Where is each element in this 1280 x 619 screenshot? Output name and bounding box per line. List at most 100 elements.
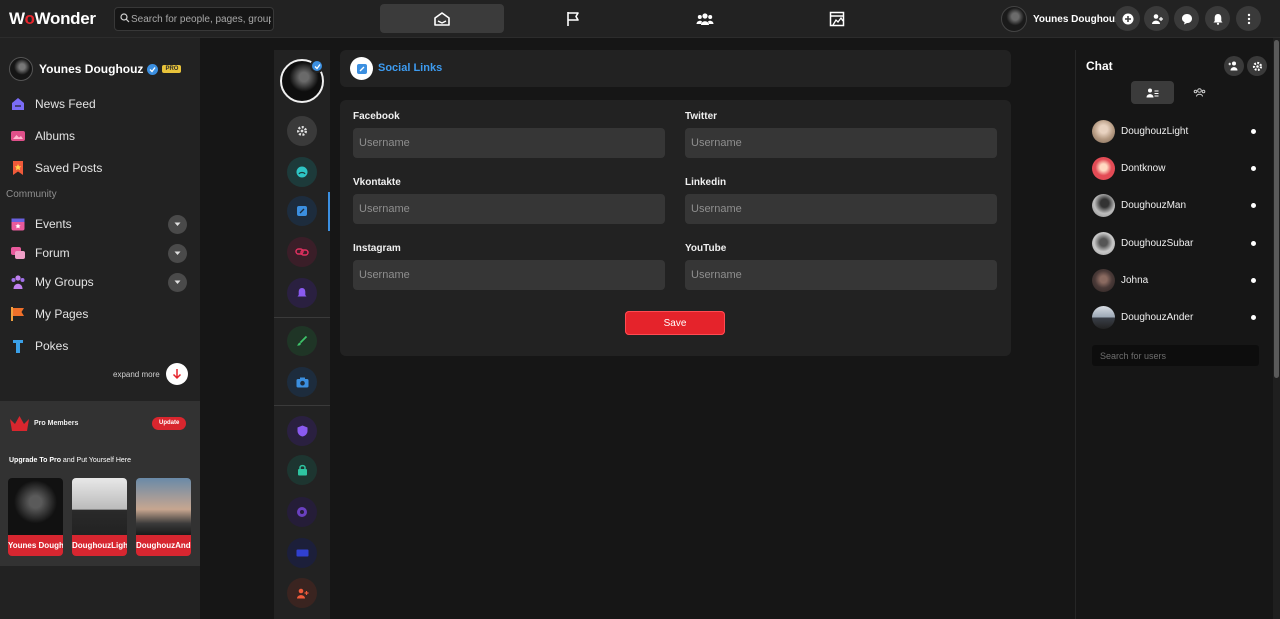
avatar	[1092, 268, 1115, 292]
settings-nav-privacy[interactable]	[287, 237, 317, 267]
sidebar-item-events[interactable]: Events	[10, 215, 72, 233]
create-group-chat-button[interactable]	[1224, 56, 1244, 76]
avatar	[1092, 305, 1115, 329]
instagram-field: Instagram	[353, 243, 665, 290]
online-status-dot	[1251, 278, 1256, 283]
monetization-icon	[296, 549, 309, 557]
facebook-input[interactable]	[353, 128, 665, 158]
sidebar-item-forum[interactable]: Forum	[10, 244, 70, 262]
pro-member-card[interactable]: DoughouzAnder	[136, 478, 191, 556]
instagram-input[interactable]	[353, 260, 665, 290]
arrow-down-icon[interactable]	[165, 363, 188, 385]
page-scrollbar[interactable]	[1273, 38, 1280, 619]
chat-search-input[interactable]	[1092, 345, 1259, 366]
messages-button[interactable]	[1174, 6, 1199, 31]
settings-nav-social-links[interactable]	[287, 196, 317, 226]
bell-icon	[1212, 13, 1224, 25]
more-menu-button[interactable]	[1236, 6, 1261, 31]
twitter-input[interactable]	[685, 128, 997, 158]
chat-user-row[interactable]: DoughouzAnder	[1092, 305, 1268, 329]
sidebar-item-news-feed[interactable]: News Feed	[10, 95, 96, 113]
settings-nav-design[interactable]	[287, 326, 317, 356]
youtube-input[interactable]	[685, 260, 997, 290]
pro-members-title: Pro Members	[34, 420, 79, 427]
sidebar-user[interactable]: Younes Doughouz PRO	[9, 57, 182, 81]
camera-icon	[296, 377, 309, 388]
tab-users[interactable]	[1131, 81, 1174, 104]
add-user-icon	[296, 588, 309, 599]
chat-user-row[interactable]: DoughouzMan	[1092, 193, 1268, 217]
pro-member-card[interactable]: DoughouzLight	[72, 478, 127, 556]
pro-member-photo	[72, 478, 127, 535]
search-input[interactable]	[131, 10, 271, 28]
friend-requests-button[interactable]	[1144, 6, 1169, 31]
sidebar-item-pokes[interactable]: Pokes	[10, 337, 68, 355]
profile-icon	[296, 166, 308, 178]
save-button[interactable]: Save	[625, 311, 725, 335]
field-label: Instagram	[353, 243, 401, 254]
expand-more[interactable]: expand more	[113, 363, 188, 385]
avatar	[9, 57, 33, 81]
chat-user-row[interactable]: Dontknow	[1092, 156, 1268, 180]
social-links-icon	[350, 57, 373, 80]
sidebar-item-my-pages[interactable]: My Pages	[10, 305, 88, 323]
upgrade-text: Upgrade To Pro and Put Yourself Here	[9, 457, 132, 464]
avatar	[1092, 231, 1115, 255]
update-button[interactable]: Update	[152, 417, 187, 430]
create-button[interactable]	[1115, 6, 1140, 31]
global-search[interactable]	[114, 7, 274, 31]
sidebar-item-my-groups[interactable]: My Groups	[10, 273, 94, 291]
settings-nav-password[interactable]	[287, 455, 317, 485]
pro-member-card[interactable]: Younes Doughouz	[8, 478, 63, 556]
linkedin-field: Linkedin	[685, 177, 997, 224]
settings-nav-sessions[interactable]	[287, 497, 317, 527]
sidebar-item-saved-posts[interactable]: Saved Posts	[10, 159, 102, 177]
settings-nav-monetization[interactable]	[287, 538, 317, 568]
settings-nav-security[interactable]	[287, 416, 317, 446]
lock-icon	[297, 464, 308, 476]
nav-pages-tab[interactable]	[511, 4, 635, 33]
settings-nav-avatar-cover[interactable]	[287, 367, 317, 397]
vkontakte-input[interactable]	[353, 194, 665, 224]
nav-market-tab[interactable]	[775, 4, 899, 33]
events-icon	[10, 216, 26, 232]
header-user[interactable]: Younes Doughouz	[1001, 6, 1120, 32]
tab-groups[interactable]	[1178, 81, 1221, 104]
sidebar-item-albums[interactable]: Albums	[10, 127, 75, 145]
facebook-field: Facebook	[353, 111, 665, 158]
pro-member-photo	[8, 478, 63, 535]
pro-badge: PRO	[162, 65, 182, 73]
linkedin-input[interactable]	[685, 194, 997, 224]
my-pages-icon	[10, 306, 26, 322]
groups-icon	[696, 12, 714, 26]
settings-nav-notifications[interactable]	[287, 278, 317, 308]
social-links-icon	[296, 205, 308, 217]
divider	[274, 405, 330, 406]
community-section-label: Community	[6, 189, 57, 200]
online-status-dot	[1251, 241, 1256, 246]
forum-expand-button[interactable]	[168, 244, 187, 263]
settings-nav-general[interactable]	[287, 116, 317, 146]
settings-nav-profile[interactable]	[287, 157, 317, 187]
my-groups-icon	[10, 274, 26, 290]
chat-user-row[interactable]: Johna	[1092, 268, 1268, 292]
link-icon	[295, 247, 309, 257]
logo[interactable]: WoWonder	[9, 9, 96, 29]
chat-settings-button[interactable]	[1247, 56, 1267, 76]
active-indicator	[328, 192, 330, 231]
pro-member-photo	[136, 478, 191, 535]
verified-icon	[310, 59, 324, 73]
notifications-button[interactable]	[1205, 6, 1230, 31]
events-expand-button[interactable]	[168, 215, 187, 234]
nav-home-tab[interactable]	[380, 4, 504, 33]
settings-nav-invite[interactable]	[287, 578, 317, 608]
avatar	[1092, 193, 1115, 217]
my-groups-expand-button[interactable]	[168, 273, 187, 292]
scrollbar-thumb[interactable]	[1274, 40, 1279, 378]
add-group-icon	[1228, 61, 1240, 71]
nav-groups-tab[interactable]	[643, 4, 767, 33]
social-links-form: Facebook Twitter Vkontakte Linkedin Inst…	[340, 100, 1011, 356]
chat-user-row[interactable]: DoughouzSubar	[1092, 231, 1268, 255]
chat-user-row[interactable]: DoughouzLight	[1092, 119, 1268, 143]
header-user-name: Younes Doughouz	[1033, 13, 1121, 25]
